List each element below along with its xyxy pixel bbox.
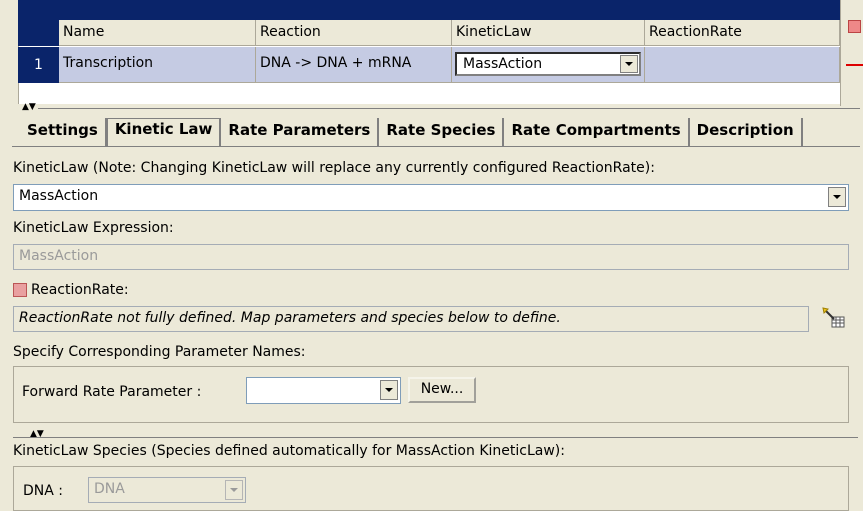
chevron-down-icon[interactable] <box>380 380 398 400</box>
kineticlaw-expression-field: MassAction <box>13 244 849 270</box>
column-header-reaction[interactable]: Reaction <box>256 20 452 46</box>
forward-rate-label: Forward Rate Parameter : <box>22 384 202 400</box>
kineticlaw-expression-label: KineticLaw Expression: <box>13 220 174 236</box>
splitter-arrows-icon[interactable]: ▲▼ <box>22 103 36 112</box>
tab-underline <box>12 146 860 147</box>
kineticlaw-label: KineticLaw (Note: Changing KineticLaw wi… <box>13 160 655 176</box>
dna-species-select: DNA <box>88 477 246 503</box>
table-scroll-strip <box>840 0 863 106</box>
kineticlaw-select[interactable]: MassAction <box>13 184 849 211</box>
column-header-kineticlaw[interactable]: KineticLaw <box>452 20 645 46</box>
tab-rate-parameters[interactable]: Rate Parameters <box>221 118 380 146</box>
dna-label: DNA : <box>23 483 63 499</box>
cell-reactionrate[interactable] <box>645 47 840 83</box>
tab-description[interactable]: Description <box>690 118 803 146</box>
column-header-reactionrate[interactable]: ReactionRate <box>645 20 840 46</box>
reactionrate-status-icon <box>13 283 27 297</box>
dropdown-arrow-icon[interactable] <box>620 55 638 73</box>
kineticlaw-select-value: MassAction <box>19 188 99 204</box>
chevron-down-icon <box>225 480 243 500</box>
new-parameter-button[interactable]: New... <box>408 377 476 403</box>
chevron-down-icon[interactable] <box>828 187 846 207</box>
error-indicator-icon <box>848 20 861 33</box>
table-corner-header <box>18 20 59 46</box>
splitter-line[interactable] <box>13 437 858 438</box>
kineticlaw-cell-value: MassAction <box>463 56 543 72</box>
parameter-names-label: Specify Corresponding Parameter Names: <box>13 344 306 360</box>
cell-name[interactable]: Transcription <box>59 47 256 83</box>
tab-kinetic-law[interactable]: Kinetic Law <box>106 118 222 146</box>
reactionrate-message-field: ReactionRate not fully defined. Map para… <box>13 306 809 332</box>
tab-rate-species[interactable]: Rate Species <box>379 118 505 146</box>
kineticlaw-cell-dropdown[interactable]: MassAction <box>455 52 641 76</box>
forward-rate-select[interactable] <box>246 377 401 404</box>
species-label: KineticLaw Species (Species defined auto… <box>13 443 565 459</box>
wizard-icon[interactable] <box>822 307 846 329</box>
tab-settings[interactable]: Settings <box>20 118 107 146</box>
reactionrate-label: ReactionRate: <box>31 282 129 298</box>
row-number[interactable]: 1 <box>18 47 59 83</box>
splitter-line[interactable] <box>38 108 860 109</box>
tab-bar: Settings Kinetic Law Rate Parameters Rat… <box>20 118 803 146</box>
dna-species-value: DNA <box>94 481 125 497</box>
table-top-strip <box>18 0 840 20</box>
tab-rate-compartments[interactable]: Rate Compartments <box>504 118 690 146</box>
column-header-name[interactable]: Name <box>59 20 256 46</box>
error-marker-icon <box>846 64 863 66</box>
cell-reaction[interactable]: DNA -> DNA + mRNA <box>256 47 452 83</box>
